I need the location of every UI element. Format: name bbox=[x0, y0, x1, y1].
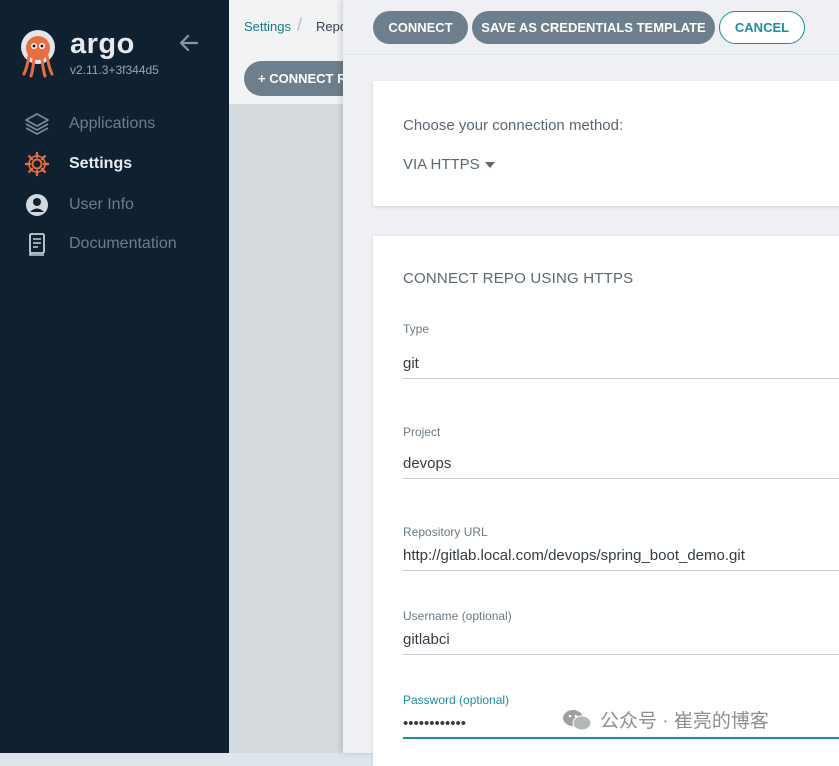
collapse-sidebar-icon[interactable] bbox=[178, 32, 200, 54]
argo-logo-icon bbox=[17, 28, 59, 78]
watermark-text: 公众号 · 崔亮的博客 bbox=[600, 711, 769, 732]
method-dropdown[interactable]: VIA HTTPS bbox=[403, 156, 495, 173]
sidebar-item-documentation[interactable]: Documentation bbox=[24, 231, 177, 257]
breadcrumb-settings[interactable]: Settings bbox=[244, 19, 291, 34]
sidebar-item-label: Applications bbox=[69, 115, 156, 132]
connect-button[interactable]: CONNECT bbox=[373, 11, 468, 44]
project-label: Project bbox=[403, 425, 441, 439]
type-label: Type bbox=[403, 322, 430, 336]
sidebar: argo v2.11.3+3f344d5 Applications Settin… bbox=[0, 0, 229, 753]
gear-icon bbox=[24, 151, 50, 177]
caret-down-icon bbox=[484, 162, 495, 169]
username-field[interactable] bbox=[403, 625, 839, 655]
password-label: Password (optional) bbox=[403, 693, 510, 707]
connect-repo-button[interactable]: + CONNECT REPO bbox=[244, 61, 343, 96]
sidebar-item-label: Documentation bbox=[69, 235, 177, 252]
method-label: Choose your connection method: bbox=[403, 117, 624, 134]
brand-name: argo bbox=[70, 28, 135, 60]
type-field[interactable] bbox=[403, 349, 839, 379]
repository-url-label: Repository URL bbox=[403, 525, 488, 539]
wechat-icon bbox=[562, 708, 592, 732]
breadcrumb-repositories: Repositories bbox=[316, 19, 343, 34]
watermark: 公众号 · 崔亮的博客 bbox=[562, 706, 769, 733]
book-icon bbox=[24, 231, 50, 257]
version-label: v2.11.3+3f344d5 bbox=[70, 63, 159, 77]
save-as-template-button[interactable]: SAVE AS CREDENTIALS TEMPLATE bbox=[472, 11, 715, 44]
sidebar-item-settings[interactable]: Settings bbox=[24, 151, 132, 177]
user-icon bbox=[24, 192, 50, 218]
layers-icon bbox=[24, 111, 50, 137]
sidebar-item-applications[interactable]: Applications bbox=[24, 111, 155, 137]
breadcrumb-separator: / bbox=[297, 15, 303, 35]
form-title: CONNECT REPO USING HTTPS bbox=[403, 270, 634, 287]
repo-form-card: CONNECT REPO USING HTTPS Type Project Re… bbox=[373, 236, 839, 766]
cancel-button[interactable]: CANCEL bbox=[719, 11, 805, 44]
sidebar-item-label: Settings bbox=[69, 155, 133, 172]
method-dropdown-value: VIA HTTPS bbox=[403, 156, 480, 173]
connect-repo-panel: CONNECT SAVE AS CREDENTIALS TEMPLATE CAN… bbox=[343, 0, 839, 766]
method-card: Choose your connection method: VIA HTTPS bbox=[373, 81, 839, 206]
sidebar-item-label: User Info bbox=[69, 196, 134, 213]
username-label: Username (optional) bbox=[403, 609, 512, 623]
connect-repo-button-clip: + CONNECT REPO bbox=[244, 55, 343, 103]
sidebar-item-user-info[interactable]: User Info bbox=[24, 192, 134, 218]
repository-url-field[interactable] bbox=[403, 541, 839, 571]
project-field[interactable] bbox=[403, 449, 839, 479]
